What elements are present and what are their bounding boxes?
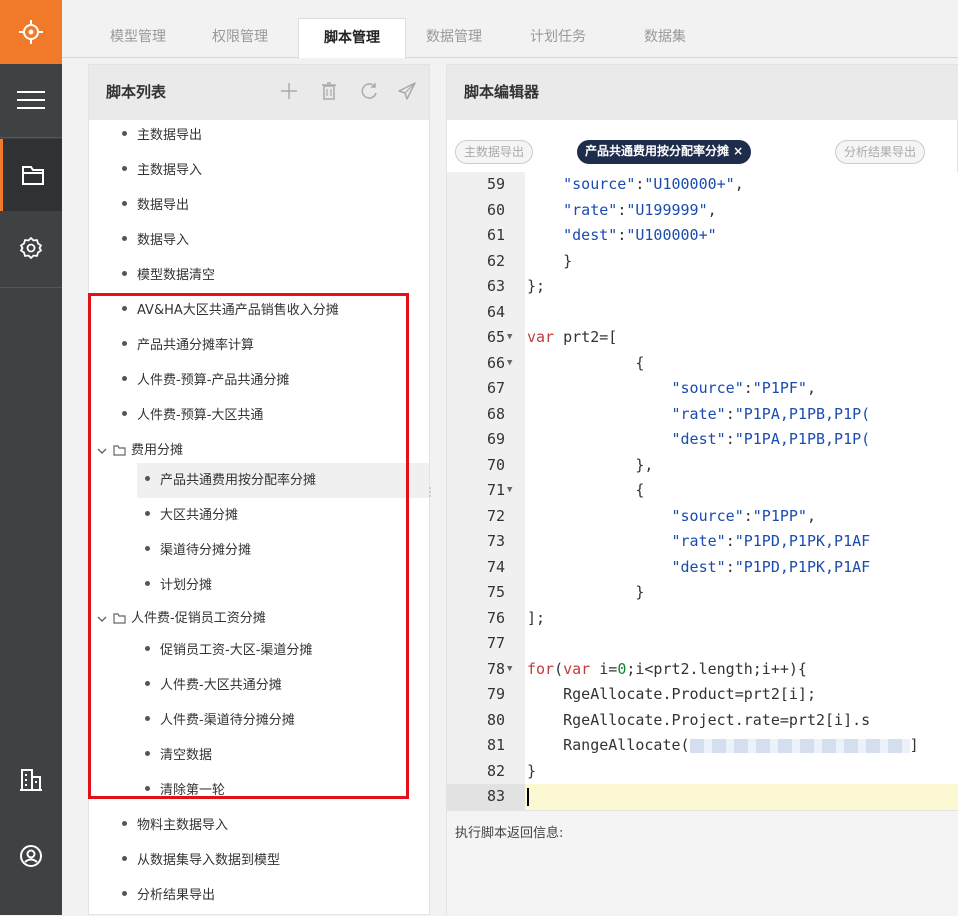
script-list-header: 脚本列表	[89, 65, 429, 120]
tab-permission[interactable]: 权限管理	[212, 18, 268, 58]
list-item[interactable]: 模型数据清空	[122, 258, 215, 293]
code-line: 69 "dest":"P1PA,P1PB,P1P(	[486, 430, 871, 448]
add-icon[interactable]	[277, 79, 301, 103]
code-line: 79 RgeAllocate.Product=prt2[i];	[486, 685, 816, 703]
code-line: 78 ▼ for(var i=0;i<prt2.length;i++){	[486, 659, 807, 678]
code-line: 77	[486, 634, 505, 652]
list-item[interactable]: 数据导入	[122, 223, 189, 258]
logo-icon[interactable]	[0, 0, 62, 64]
code-line: 73 "rate":"P1PD,P1PK,P1AF	[486, 532, 871, 550]
chevron-down-icon	[97, 448, 107, 454]
list-item[interactable]: 产品共通分摊率计算	[122, 328, 254, 363]
code-line: 67 "source":"P1PF",	[486, 379, 816, 397]
list-item[interactable]: 清空数据	[145, 738, 212, 773]
file-tab[interactable]: 主数据导出	[455, 140, 534, 164]
list-item[interactable]: 从数据集导入数据到模型	[122, 843, 280, 878]
list-item[interactable]: 人件费-大区共通分摊	[145, 668, 282, 703]
list-item[interactable]: 促销员工资-大区-渠道分摊	[145, 633, 312, 668]
tab-script[interactable]: 脚本管理	[298, 18, 406, 58]
tab-schedule[interactable]: 计划任务	[530, 18, 586, 58]
redacted-region	[689, 738, 910, 753]
script-list-title: 脚本列表	[106, 83, 167, 101]
tab-dataset[interactable]: 数据集	[644, 18, 686, 58]
code-line: 81 RangeAllocate(]	[486, 736, 919, 754]
text-caret	[527, 787, 529, 806]
list-item[interactable]: 主数据导出	[122, 118, 202, 153]
code-line: 70 },	[486, 455, 654, 474]
folder-icon	[113, 445, 126, 456]
left-rail	[0, 0, 62, 915]
folder-label: 人件费-促销员工资分摊	[131, 611, 266, 626]
building-icon[interactable]	[0, 744, 62, 816]
chevron-down-icon	[97, 616, 107, 622]
code-line: 74 "dest":"P1PD,P1PK,P1AF	[486, 557, 871, 576]
code-line: 59 "source":"U100000+",	[486, 175, 744, 193]
list-item[interactable]: 计划分摊	[145, 568, 212, 603]
list-item[interactable]: 物料主数据导入	[122, 808, 228, 843]
code-line: 68 "rate":"P1PA,P1PB,P1P(	[486, 404, 871, 423]
folder-promoter-salary[interactable]: 人件费-促销员工资分摊	[97, 601, 266, 636]
list-item-selected[interactable]: 产品共通费用按分配率分摊	[137, 463, 429, 498]
delete-icon[interactable]	[317, 79, 341, 103]
code-line: 76];	[486, 608, 546, 627]
list-item[interactable]: 大区共通分摊	[145, 498, 238, 533]
list-item[interactable]: 数据导出	[122, 188, 189, 223]
list-item[interactable]: 人件费-预算-大区共通	[122, 398, 263, 433]
folder-icon[interactable]	[0, 139, 62, 211]
file-tab[interactable]: 分析结果导出	[835, 140, 926, 164]
list-item[interactable]: 主数据导入	[122, 153, 202, 188]
code-line: 61 "dest":"U100000+"	[486, 226, 717, 244]
settings-icon[interactable]	[0, 212, 62, 284]
list-item[interactable]: 人件费-预算-产品共通分摊	[122, 363, 289, 398]
editor-title: 脚本编辑器	[464, 83, 540, 101]
send-icon[interactable]	[395, 79, 419, 103]
code-line: 71 ▼ {	[486, 481, 645, 499]
code-line: 72 "source":"P1PP",	[486, 506, 816, 525]
file-tab-active[interactable]: 产品共通费用按分配率分摊 ×	[577, 140, 752, 164]
code-line: 75 }	[486, 583, 645, 601]
user-icon[interactable]	[0, 820, 62, 892]
folder-icon	[113, 613, 126, 624]
return-info-label: 执行脚本返回信息:	[455, 826, 564, 841]
code-line: 62 }	[486, 251, 573, 270]
code-line: 66 ▼ {	[486, 353, 645, 372]
tab-data[interactable]: 数据管理	[426, 18, 482, 58]
code-line: 60 "rate":"U199999",	[486, 200, 717, 219]
list-item[interactable]: 分析结果导出	[122, 878, 215, 913]
panel-splitter[interactable]	[428, 486, 432, 498]
code-line-current: 83	[447, 784, 958, 810]
editor-header: 脚本编辑器	[447, 65, 958, 120]
script-editor-panel: 脚本编辑器 主数据导出 产品共通费用按分配率分摊 × 分析结果导出 59 "so…	[446, 64, 958, 916]
list-item[interactable]: AV&HA大区共通产品销售收入分摊	[122, 293, 339, 328]
code-line: 65 ▼ var prt2=[	[486, 328, 618, 346]
tab-model[interactable]: 模型管理	[110, 18, 166, 58]
code-line: 63};	[486, 277, 546, 295]
list-item[interactable]: 清除第一轮	[145, 773, 225, 808]
list-item[interactable]: 人件费-渠道待分摊分摊	[145, 703, 295, 738]
code-line: 80 RgeAllocate.Project.rate=prt2[i].s	[486, 710, 871, 729]
top-nav: 模型管理 权限管理 脚本管理 数据管理 计划任务 数据集	[62, 0, 958, 58]
code-editor[interactable]: 59 "source":"U100000+", 60 "rate":"U1999…	[447, 172, 958, 810]
menu-icon[interactable]	[0, 64, 62, 136]
script-list-panel: 脚本列表 主数据导出 主数据导入 数据导出 数据导入 模型数据清空 AV&HA大…	[88, 64, 430, 915]
refresh-icon[interactable]	[357, 79, 381, 103]
code-line: 64	[486, 302, 505, 321]
list-item[interactable]: 渠道待分摊分摊	[145, 533, 251, 568]
code-line: 82}	[486, 761, 537, 780]
